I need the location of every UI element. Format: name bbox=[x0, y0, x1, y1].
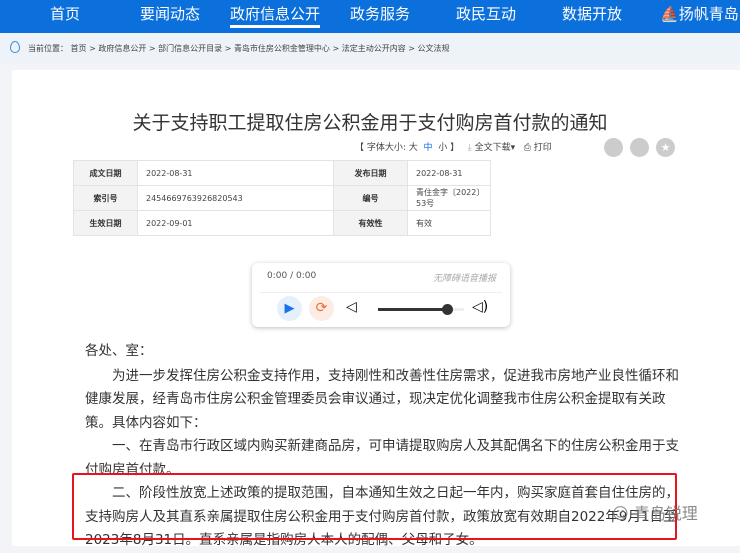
font-large[interactable]: 【 字体大小: 大 bbox=[355, 143, 418, 153]
favorite-star-icon[interactable]: ★ bbox=[656, 138, 675, 157]
meta-table: 成文日期 2022-08-31 发布日期 2022-08-31 索引号 24546697… bbox=[73, 160, 491, 236]
download-icon: ⤓ bbox=[467, 143, 472, 153]
crumb-link[interactable]: 公文法规 bbox=[418, 44, 450, 53]
print-button[interactable]: 打印 bbox=[534, 143, 552, 153]
font-medium[interactable]: 中 bbox=[424, 143, 433, 153]
top-nav: 首页 要闻动态 政府信息公开 政务服务 政民互动 数据开放 ⛵扬帆青岛 bbox=[0, 0, 740, 33]
page-title: 关于支持职工提取住房公积金用于支付购房首付款的通知 bbox=[132, 112, 608, 134]
highlight-box bbox=[72, 473, 677, 540]
nav-home[interactable]: 首页 bbox=[50, 3, 80, 24]
weibo-share-icon[interactable] bbox=[630, 138, 649, 157]
watermark: ☺ 青岛锐理 bbox=[612, 504, 698, 523]
print-icon: ⎙ bbox=[523, 143, 531, 153]
crumb-link[interactable]: 青岛市住房公积金管理中心 bbox=[234, 44, 330, 53]
volume-high-icon[interactable]: ◁) bbox=[472, 299, 488, 315]
volume-low-icon[interactable]: ◁ bbox=[346, 299, 357, 315]
article-tools: 【 字体大小: 大 中 小 】 ⤓ 全文下载▾ ⎙ 打印 bbox=[355, 143, 552, 153]
crumb-link[interactable]: 政府信息公开 bbox=[98, 44, 146, 53]
nav-interaction[interactable]: 政民互动 bbox=[456, 3, 516, 24]
font-small[interactable]: 小 】 bbox=[438, 143, 459, 153]
nav-open-data[interactable]: 数据开放 bbox=[562, 3, 622, 24]
nav-services[interactable]: 政务服务 bbox=[350, 3, 410, 24]
breadcrumb: 当前位置： 首页 > 政府信息公开 > 部门信息公开目录 > 青岛市住房公积金管… bbox=[0, 33, 740, 63]
crumb-link[interactable]: 首页 bbox=[71, 44, 87, 53]
play-icon[interactable]: ▶ bbox=[277, 296, 302, 321]
accessibility-label: 无障碍语音播报 bbox=[432, 274, 496, 284]
download-button[interactable]: 全文下载 bbox=[475, 143, 511, 153]
location-icon bbox=[10, 41, 20, 53]
nav-news[interactable]: 要闻动态 bbox=[140, 3, 200, 24]
volume-slider[interactable] bbox=[378, 304, 464, 315]
audio-player: 0:00 / 0:00 无障碍语音播报 ▶ ⟳ ◁ ◁) bbox=[252, 263, 510, 327]
sail-icon: ⛵ bbox=[660, 5, 679, 23]
nav-yangfan[interactable]: ⛵扬帆青岛 bbox=[660, 3, 739, 24]
crumb-link[interactable]: 法定主动公开内容 bbox=[342, 44, 406, 53]
nav-gov-info[interactable]: 政府信息公开 bbox=[230, 3, 321, 28]
crumb-link[interactable]: 部门信息公开目录 bbox=[158, 44, 222, 53]
loop-icon[interactable]: ⟳ bbox=[309, 296, 334, 321]
time-display: 0:00 / 0:00 bbox=[267, 271, 317, 281]
wechat-share-icon[interactable] bbox=[604, 138, 623, 157]
